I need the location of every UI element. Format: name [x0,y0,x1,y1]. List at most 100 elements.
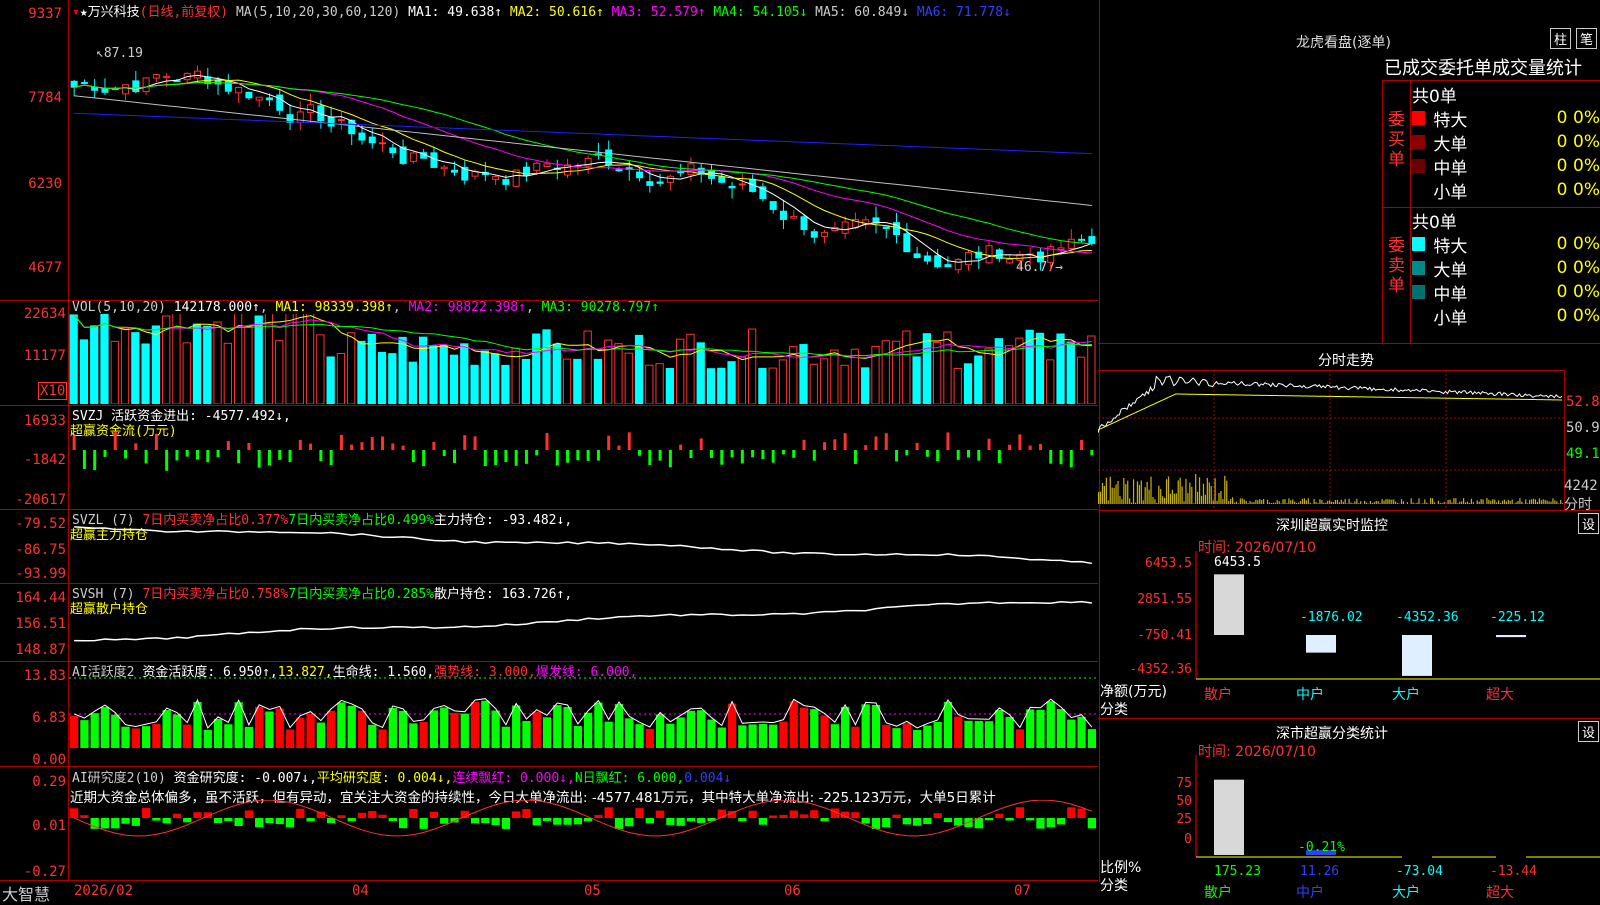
intraday-vol-bar [1352,503,1353,504]
activity-bar [101,707,109,748]
activity-bar [214,719,222,748]
category-name: 超大 [1486,687,1514,703]
intraday-vol-bar [1463,498,1464,504]
intraday-vol-bar [1515,502,1516,504]
volume-bar [533,334,540,404]
volume-bar [625,353,632,404]
intraday-vol-bar [1201,496,1202,504]
intraday-vol-bar [1413,503,1414,504]
intraday-vol-bar [1479,502,1480,504]
intraday-vol-bar [1317,503,1318,504]
order-pct: 0% [1567,132,1600,152]
intraday-vol-bar [1279,501,1280,504]
candlestick-chart[interactable] [69,14,1097,300]
flow-bar [237,450,240,463]
intraday-vol-bar [1444,502,1445,504]
intraday-vol-bar [1504,500,1505,504]
intraday-vol-bar [1203,484,1204,504]
flow-bar [299,440,302,450]
ma-line [74,80,1092,259]
activity-bar [707,720,715,748]
price-tick: 7784 [28,90,62,106]
flow-bar [998,450,1001,463]
intraday-vol-bar [1267,500,1268,504]
order-type: 特大 [1433,232,1529,257]
intraday-vol-bar [1545,500,1546,504]
ma-line [74,83,1092,253]
intraday-vol-bar [1471,499,1472,504]
intraday-vol-bar [1323,503,1324,504]
flow-bar [628,432,631,450]
order-pct: 0% [1567,108,1600,128]
intraday-vol-bar [1296,503,1297,504]
bar-mode-button[interactable]: 柱 [1550,28,1571,49]
intraday-vol-bar [1135,503,1136,504]
candle [92,87,98,90]
flow-bar [1018,434,1021,450]
intraday-vol-bar [1492,499,1493,504]
intraday-vol-bar [1459,502,1460,504]
intraday-vol-bar [1143,500,1144,504]
axis-tick: 75 [1176,776,1192,791]
activity-bar [337,702,345,748]
intraday-vol-bar [1453,498,1454,504]
flow-bar [1049,450,1052,464]
volume-bar [964,364,971,404]
research-bar [995,814,1003,818]
research-bar [605,807,613,818]
bar-label: -13.44 [1490,864,1537,879]
intraday-vol-bar [1438,501,1439,504]
intraday-vol-bar [1521,502,1522,504]
candle [657,182,663,183]
intraday-vol-bar [1498,500,1499,504]
classify-settings-button[interactable]: 设 [1578,721,1599,742]
volume-bar [502,365,509,404]
candle [1007,259,1013,263]
activity-bar [790,701,798,748]
volume-bar [687,334,694,404]
category-bar [1402,635,1432,676]
intraday-vol-bar [1486,498,1487,504]
flow-bar [741,450,744,463]
volume-bar [450,355,457,404]
activity-bar [80,720,88,748]
intraday-chart[interactable] [1098,370,1564,510]
flow-bar [391,443,394,450]
order-total: 共0单 [1412,208,1600,232]
activity-bar [491,711,499,748]
order-type: 中单 [1433,154,1529,179]
volume-bar [101,314,108,404]
flow-bar [916,443,919,450]
intraday-vol-bar [1286,503,1287,504]
intraday-vol-bar [1253,502,1254,504]
volume-bar [461,344,468,404]
flow-bar [463,435,466,450]
activity-bar [615,704,623,748]
intraday-vol-bar [1490,501,1491,504]
monitor-settings-button[interactable]: 设 [1578,513,1599,534]
research-bar [748,811,756,818]
candle [123,85,129,94]
candle [1089,237,1095,244]
volume-bar [420,337,427,404]
category-name: 散户 [1204,686,1232,703]
intraday-vol-bar [1315,502,1316,504]
flow-bar [1090,450,1093,455]
lhk-title: 龙虎看盘(逐单) [1296,32,1391,52]
volume-bar [615,344,622,404]
trend-line [74,602,1092,641]
intraday-vol-bar [1455,498,1456,504]
activity-bar [687,711,695,748]
intraday-vol-bar [1512,499,1513,504]
research-bar [923,818,931,824]
activity-bar [851,727,859,748]
research-bar [1067,807,1075,818]
intraday-vol-bar [1517,501,1518,504]
intraday-vol-bar [1403,501,1404,504]
research-bar [378,815,386,818]
research-bar [563,818,571,825]
intraday-vol-bar [1345,499,1346,504]
candle [791,216,797,218]
intraday-vol-bar [1310,503,1311,504]
tick-mode-button[interactable]: 笔 [1576,28,1597,49]
